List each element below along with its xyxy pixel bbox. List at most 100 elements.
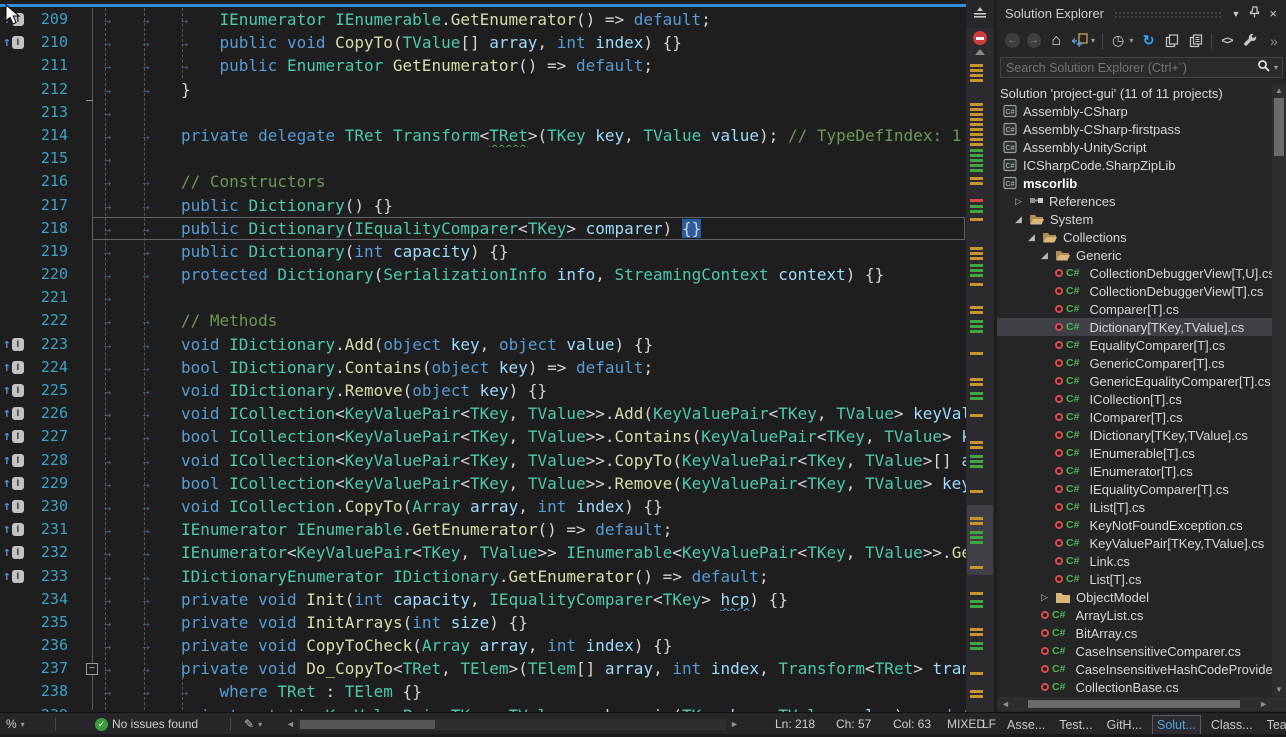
code-line[interactable]: 217→→public Dictionary() {} bbox=[0, 194, 966, 217]
search-box[interactable]: ▾ bbox=[1000, 57, 1283, 78]
scroll-down-arrow-icon[interactable]: ▼ bbox=[1275, 685, 1283, 694]
encoding-indicator[interactable]: MIXED bbox=[947, 713, 985, 735]
forward-button[interactable]: → bbox=[1027, 33, 1042, 48]
code-line[interactable]: ↑I223→→void IDictionary.Add(object key, … bbox=[0, 333, 966, 356]
scroll-up-arrow-icon[interactable]: ▲ bbox=[1275, 86, 1283, 95]
line-number[interactable]: 231 bbox=[30, 518, 76, 541]
tree-item[interactable]: C#CollectionBase.cs bbox=[997, 678, 1272, 696]
chevron-down-icon[interactable]: ▾ bbox=[1129, 36, 1133, 45]
line-number[interactable]: 235 bbox=[30, 611, 76, 634]
tree-item[interactable]: ◢Collections bbox=[997, 228, 1272, 246]
code-line[interactable]: 234→→private void Init(int capacity, IEq… bbox=[0, 588, 966, 611]
code-line[interactable]: 212→→} bbox=[0, 78, 966, 101]
tree-item[interactable]: C#ICSharpCode.SharpZipLib bbox=[997, 156, 1272, 174]
implements-indicator-icon[interactable]: ↑I bbox=[0, 402, 30, 425]
implements-indicator-icon[interactable]: ↑I bbox=[0, 379, 30, 402]
tree-item[interactable]: C#IComparer[T].cs bbox=[997, 408, 1272, 426]
panel-tab-class[interactable]: Class... bbox=[1207, 716, 1257, 734]
close-icon[interactable]: × bbox=[1269, 6, 1277, 21]
tree-item[interactable]: C#IDictionary[TKey,TValue].cs bbox=[997, 426, 1272, 444]
line-number[interactable]: 222 bbox=[30, 309, 76, 332]
scroll-left-arrow-icon[interactable]: ◄ bbox=[1001, 699, 1010, 709]
code-line[interactable]: ↑I231→→IEnumerator IEnumerable.GetEnumer… bbox=[0, 518, 966, 541]
implements-indicator-icon[interactable]: ↑I bbox=[0, 356, 30, 379]
line-number[interactable]: 223 bbox=[30, 333, 76, 356]
line-number[interactable]: 237 bbox=[30, 657, 76, 680]
code-line[interactable]: 222→→// Methods bbox=[0, 309, 966, 332]
panel-horizontal-scrollbar[interactable]: ◄ ► bbox=[997, 697, 1272, 711]
code-line[interactable]: ↑I228→→void ICollection<KeyValuePair<TKe… bbox=[0, 449, 966, 472]
line-number[interactable]: 228 bbox=[30, 449, 76, 472]
implements-indicator-icon[interactable]: ↑I bbox=[0, 449, 30, 472]
line-indicator[interactable]: Ln: 218 bbox=[775, 713, 815, 735]
scrollbar-thumb[interactable] bbox=[1274, 98, 1284, 156]
line-number[interactable]: 209 bbox=[30, 8, 76, 31]
collapse-region-button[interactable]: − bbox=[86, 663, 98, 675]
code-line[interactable]: 215→ bbox=[0, 147, 966, 170]
code-line[interactable]: 214→→private delegate TRet Transform<TRe… bbox=[0, 124, 966, 147]
code-line[interactable]: 219→→public Dictionary(int capacity) {} bbox=[0, 240, 966, 263]
tree-item[interactable]: C#ICollection[T].cs bbox=[997, 390, 1272, 408]
tree-item[interactable]: ▷References bbox=[997, 192, 1272, 210]
tree-item[interactable]: C#List[T].cs bbox=[997, 570, 1272, 588]
collapse-all-button[interactable] bbox=[1071, 32, 1087, 49]
line-number[interactable]: 236 bbox=[30, 634, 76, 657]
tree-item[interactable]: C#BitArray.cs bbox=[997, 624, 1272, 642]
line-number[interactable]: 227 bbox=[30, 425, 76, 448]
code-line[interactable]: ↑I226→→void ICollection<KeyValuePair<TKe… bbox=[0, 402, 966, 425]
tree-item[interactable]: C#IEnumerable[T].cs bbox=[997, 444, 1272, 462]
tree-item[interactable]: C#IEqualityComparer[T].cs bbox=[997, 480, 1272, 498]
code-line[interactable]: 213→ bbox=[0, 101, 966, 124]
line-number[interactable]: 218 bbox=[30, 217, 76, 240]
line-number[interactable]: 212 bbox=[30, 78, 76, 101]
char-indicator[interactable]: Ch: 57 bbox=[836, 713, 871, 735]
scrollbar-thumb[interactable] bbox=[1028, 700, 1240, 708]
line-number[interactable]: 226 bbox=[30, 402, 76, 425]
code-line[interactable]: ↑I233→→IDictionaryEnumerator IDictionary… bbox=[0, 565, 966, 588]
line-number[interactable]: 233 bbox=[30, 565, 76, 588]
code-line[interactable]: ↑I210→→→public void CopyTo(TValue[] arra… bbox=[0, 31, 966, 54]
line-number[interactable]: 215 bbox=[30, 147, 76, 170]
code-line[interactable]: ↑I230→→void ICollection.CopyTo(Array arr… bbox=[0, 495, 966, 518]
tree-item[interactable]: C#CaseInsensitiveHashCodeProvider.cs bbox=[997, 660, 1272, 678]
column-indicator[interactable]: Col: 63 bbox=[893, 713, 931, 735]
expander-closed-icon[interactable]: ▷ bbox=[1041, 592, 1055, 603]
toolbar-overflow-icon[interactable]: » bbox=[1266, 32, 1282, 49]
implements-indicator-icon[interactable]: ↑I bbox=[0, 495, 30, 518]
annotations-toggle[interactable]: ✎ ▾ bbox=[244, 713, 262, 735]
editor-vertical-scrollbar[interactable] bbox=[966, 0, 994, 712]
expander-open-icon[interactable]: ◢ bbox=[1041, 250, 1055, 261]
tree-item[interactable]: ◢Generic bbox=[997, 246, 1272, 264]
code-line[interactable]: ↑I232→→IEnumerator<KeyValuePair<TKey, TV… bbox=[0, 541, 966, 564]
code-line[interactable]: 236→→private void CopyToCheck(Array arra… bbox=[0, 634, 966, 657]
code-line[interactable]: ↑I227→→bool ICollection<KeyValuePair<TKe… bbox=[0, 425, 966, 448]
line-number[interactable]: 214 bbox=[30, 124, 76, 147]
panel-tab-gith[interactable]: GitH... bbox=[1103, 716, 1146, 734]
panel-title-bar[interactable]: Solution Explorer ▼ × bbox=[997, 0, 1286, 27]
search-input[interactable] bbox=[1001, 61, 1257, 75]
tree-item[interactable]: ◢System bbox=[997, 210, 1272, 228]
issues-status[interactable]: ✓ No issues found bbox=[95, 713, 198, 735]
tree-item[interactable]: C#Assembly-CSharp bbox=[997, 102, 1272, 120]
line-number[interactable]: 210 bbox=[30, 31, 76, 54]
solution-tree[interactable]: Solution 'project-gui' (11 of 11 project… bbox=[997, 84, 1272, 696]
code-line[interactable]: 211→→→public Enumerator GetEnumerator() … bbox=[0, 54, 966, 77]
implements-indicator-icon[interactable]: ↑I bbox=[0, 425, 30, 448]
tree-item[interactable]: C#CollectionDebuggerView[T].cs bbox=[997, 282, 1272, 300]
code-line[interactable]: 235→→private void InitArrays(int size) {… bbox=[0, 611, 966, 634]
tree-item[interactable]: C#GenericComparer[T].cs bbox=[997, 354, 1272, 372]
panel-tab-solut[interactable]: Solut... bbox=[1152, 715, 1201, 735]
code-line[interactable]: ↑I229→→bool ICollection<KeyValuePair<TKe… bbox=[0, 472, 966, 495]
tree-item[interactable]: C#CaseInsensitiveComparer.cs bbox=[997, 642, 1272, 660]
split-editor-handle[interactable] bbox=[966, 0, 994, 28]
tree-item[interactable]: C#IEnumerator[T].cs bbox=[997, 462, 1272, 480]
code-line[interactable]: ↑I209→→→IEnumerator IEnumerable.GetEnume… bbox=[0, 8, 966, 31]
search-icon[interactable] bbox=[1257, 59, 1270, 77]
expander-closed-icon[interactable]: ▷ bbox=[1015, 196, 1029, 207]
panel-vertical-scrollbar[interactable]: ▲ ▼ bbox=[1272, 84, 1286, 696]
line-number[interactable]: 238 bbox=[30, 680, 76, 703]
implements-indicator-icon[interactable]: ↑I bbox=[0, 541, 30, 564]
line-number[interactable]: 225 bbox=[30, 379, 76, 402]
scrollbar-thumb[interactable] bbox=[967, 505, 993, 575]
code-lines-container[interactable]: ↑I209→→→IEnumerator IEnumerable.GetEnume… bbox=[0, 8, 966, 712]
